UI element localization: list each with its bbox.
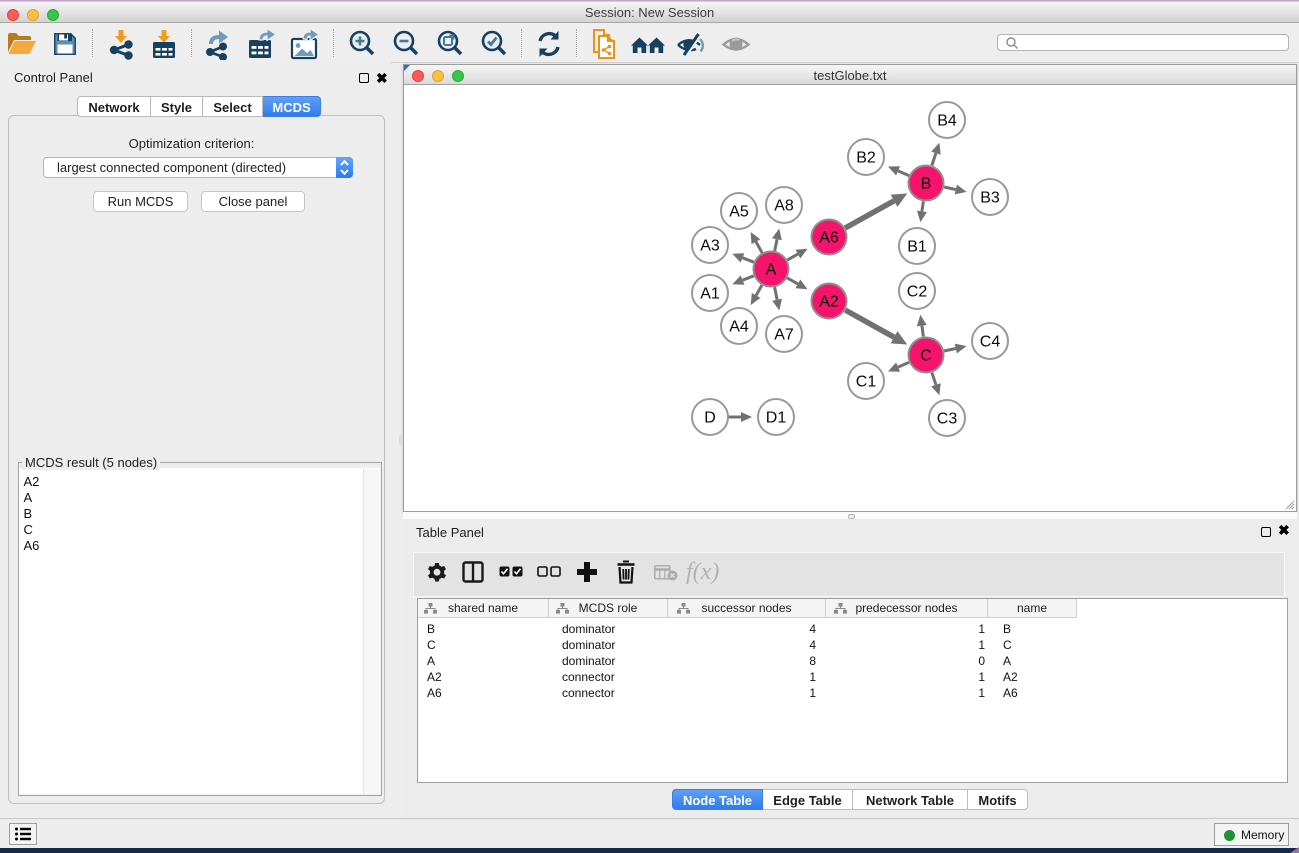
svg-text:A3: A3: [700, 238, 720, 255]
svg-text:C2: C2: [907, 284, 928, 301]
svg-text:A6: A6: [819, 230, 839, 247]
svg-text:B1: B1: [907, 239, 927, 256]
svg-text:A5: A5: [729, 204, 749, 221]
svg-text:B4: B4: [937, 113, 957, 130]
svg-text:A2: A2: [819, 294, 839, 311]
svg-text:B2: B2: [856, 150, 876, 167]
svg-text:D: D: [704, 410, 716, 427]
svg-text:A7: A7: [774, 327, 794, 344]
svg-text:C1: C1: [856, 374, 877, 391]
svg-text:A1: A1: [700, 286, 720, 303]
svg-text:A4: A4: [729, 319, 749, 336]
svg-text:C4: C4: [980, 334, 1001, 351]
svg-text:D1: D1: [766, 410, 787, 427]
svg-text:B3: B3: [980, 190, 1000, 207]
svg-text:B: B: [921, 176, 932, 193]
svg-text:A8: A8: [774, 198, 794, 215]
svg-text:C3: C3: [937, 411, 958, 428]
svg-text:C: C: [920, 348, 932, 365]
svg-text:A: A: [766, 262, 777, 279]
